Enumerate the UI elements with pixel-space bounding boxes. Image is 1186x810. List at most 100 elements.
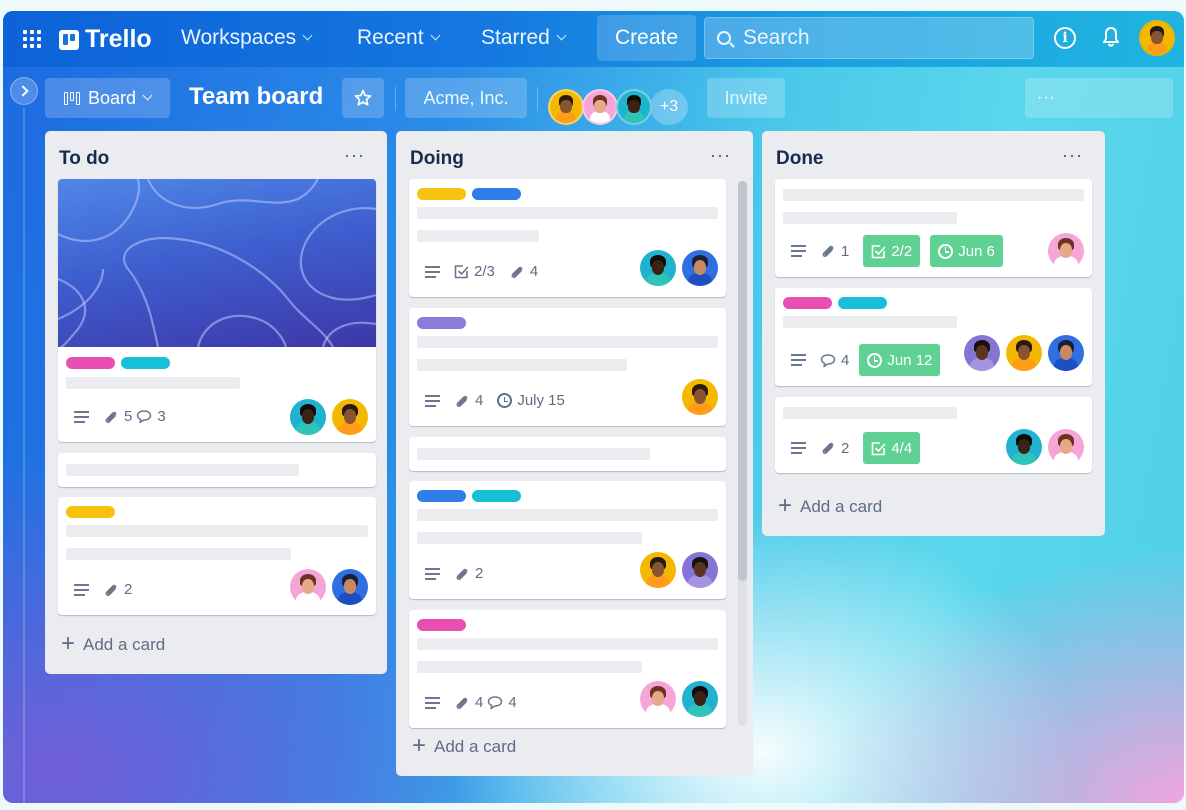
card-cover-image <box>58 179 376 347</box>
board-view-button[interactable]: Board <box>45 78 170 118</box>
card[interactable]: 2 <box>58 497 376 615</box>
comments-count: 3 <box>157 408 166 425</box>
member-avatar[interactable] <box>1006 429 1042 465</box>
description-icon <box>425 265 440 278</box>
notification-bell-icon[interactable] <box>1102 26 1120 48</box>
attachments-badge: 4 <box>509 263 538 280</box>
attachments-count: 1 <box>841 242 850 260</box>
app-switcher-icon[interactable] <box>23 30 41 48</box>
member-avatar[interactable] <box>964 335 1000 371</box>
label-teal[interactable] <box>472 490 521 502</box>
nav-menu-starred[interactable]: Starred <box>481 26 567 50</box>
nav-menu-workspaces[interactable]: Workspaces <box>181 26 313 50</box>
card-members <box>1048 233 1084 269</box>
label-pink[interactable] <box>66 357 115 369</box>
member-avatar[interactable] <box>682 552 718 588</box>
member-avatar[interactable] <box>332 569 368 605</box>
create-button[interactable]: Create <box>597 15 696 61</box>
scrollbar-thumb[interactable] <box>738 181 747 581</box>
card-labels <box>783 297 887 309</box>
list-done: Done ··· 1 2/2 Jun 6 4 Jun 12 2 4/4 + Ad… <box>762 131 1105 536</box>
member-avatar[interactable] <box>290 399 326 435</box>
avatar-body <box>1146 42 1168 54</box>
description-icon <box>74 583 89 596</box>
attachments-count: 2 <box>475 565 484 582</box>
expand-sidebar-button[interactable] <box>10 77 38 105</box>
member-avatar[interactable] <box>582 89 618 125</box>
trello-logo[interactable]: Trello <box>59 25 152 54</box>
list-menu-button[interactable]: ··· <box>710 145 731 166</box>
label-pink[interactable] <box>417 619 466 631</box>
invite-button[interactable]: Invite <box>707 78 785 118</box>
member-avatar[interactable] <box>332 399 368 435</box>
card[interactable] <box>409 437 726 471</box>
chevron-down-icon <box>430 30 440 40</box>
add-card-button[interactable]: + Add a card <box>778 494 882 518</box>
board-menu-button[interactable]: ··· <box>1025 78 1173 118</box>
card[interactable]: 2/3 4 <box>409 179 726 297</box>
user-avatar[interactable] <box>1139 20 1175 56</box>
attachments-badge: 4 <box>454 392 483 409</box>
card[interactable]: 1 2/2 Jun 6 <box>775 179 1092 277</box>
star-board-button[interactable] <box>342 78 384 118</box>
member-avatar[interactable] <box>1048 233 1084 269</box>
member-avatar[interactable] <box>616 89 652 125</box>
label-yellow[interactable] <box>417 188 466 200</box>
label-teal[interactable] <box>121 357 170 369</box>
add-card-button[interactable]: + Add a card <box>412 732 516 759</box>
card[interactable]: 2 4/4 <box>775 397 1092 473</box>
trello-logo-icon <box>59 29 79 50</box>
card-badges: 5 3 <box>74 408 166 425</box>
search-icon <box>717 31 731 45</box>
checklist-badge: 2/3 <box>454 263 495 280</box>
due-date-complete-badge[interactable]: Jun 6 <box>930 235 1003 267</box>
card[interactable] <box>58 453 376 487</box>
label-teal[interactable] <box>838 297 887 309</box>
member-avatar[interactable] <box>548 89 584 125</box>
member-avatar[interactable] <box>1048 335 1084 371</box>
list-title[interactable]: To do <box>59 148 109 170</box>
search-input[interactable] <box>743 26 1013 50</box>
list-menu-button[interactable]: ··· <box>344 145 365 166</box>
plus-icon: + <box>412 732 427 759</box>
member-avatar[interactable] <box>640 250 676 286</box>
member-avatar[interactable] <box>682 681 718 717</box>
comments-count: 4 <box>508 694 517 711</box>
avatar-head <box>594 99 606 114</box>
label-purple[interactable] <box>417 317 466 329</box>
card[interactable]: 2 <box>409 481 726 599</box>
due-date-complete-badge[interactable]: Jun 12 <box>859 344 941 376</box>
more-members-count[interactable]: +3 <box>650 89 688 125</box>
card-title-placeholder <box>417 359 627 371</box>
list-title[interactable]: Done <box>776 148 824 170</box>
member-avatar[interactable] <box>640 681 676 717</box>
card-badges: 2 <box>425 565 483 582</box>
info-icon[interactable]: i <box>1054 27 1076 49</box>
card-title-placeholder <box>417 532 642 544</box>
label-pink[interactable] <box>783 297 832 309</box>
board-title[interactable]: Team board <box>189 83 323 111</box>
divider <box>395 87 396 111</box>
member-avatar[interactable] <box>1048 429 1084 465</box>
member-avatar[interactable] <box>682 379 718 415</box>
add-card-button[interactable]: + Add a card <box>61 632 165 656</box>
member-avatar[interactable] <box>290 569 326 605</box>
member-avatar[interactable] <box>682 250 718 286</box>
label-yellow[interactable] <box>66 506 115 518</box>
member-avatar[interactable] <box>640 552 676 588</box>
card[interactable]: 4 4 <box>409 610 726 728</box>
list-title[interactable]: Doing <box>410 148 464 170</box>
card[interactable]: 4 Jun 12 <box>775 288 1092 386</box>
nav-menu-recent[interactable]: Recent <box>357 26 440 50</box>
list-menu-button[interactable]: ··· <box>1062 145 1083 166</box>
checklist-count: 4/4 <box>891 439 913 457</box>
search-box[interactable] <box>704 17 1034 59</box>
member-avatar[interactable] <box>1006 335 1042 371</box>
card[interactable]: 4 July 15 <box>409 308 726 426</box>
label-blue[interactable] <box>472 188 521 200</box>
workspace-button[interactable]: Acme, Inc. <box>405 78 527 118</box>
list-scrollbar[interactable] <box>738 181 747 726</box>
label-blue[interactable] <box>417 490 466 502</box>
card[interactable]: 5 3 <box>58 179 376 442</box>
paperclip-icon <box>511 266 523 278</box>
